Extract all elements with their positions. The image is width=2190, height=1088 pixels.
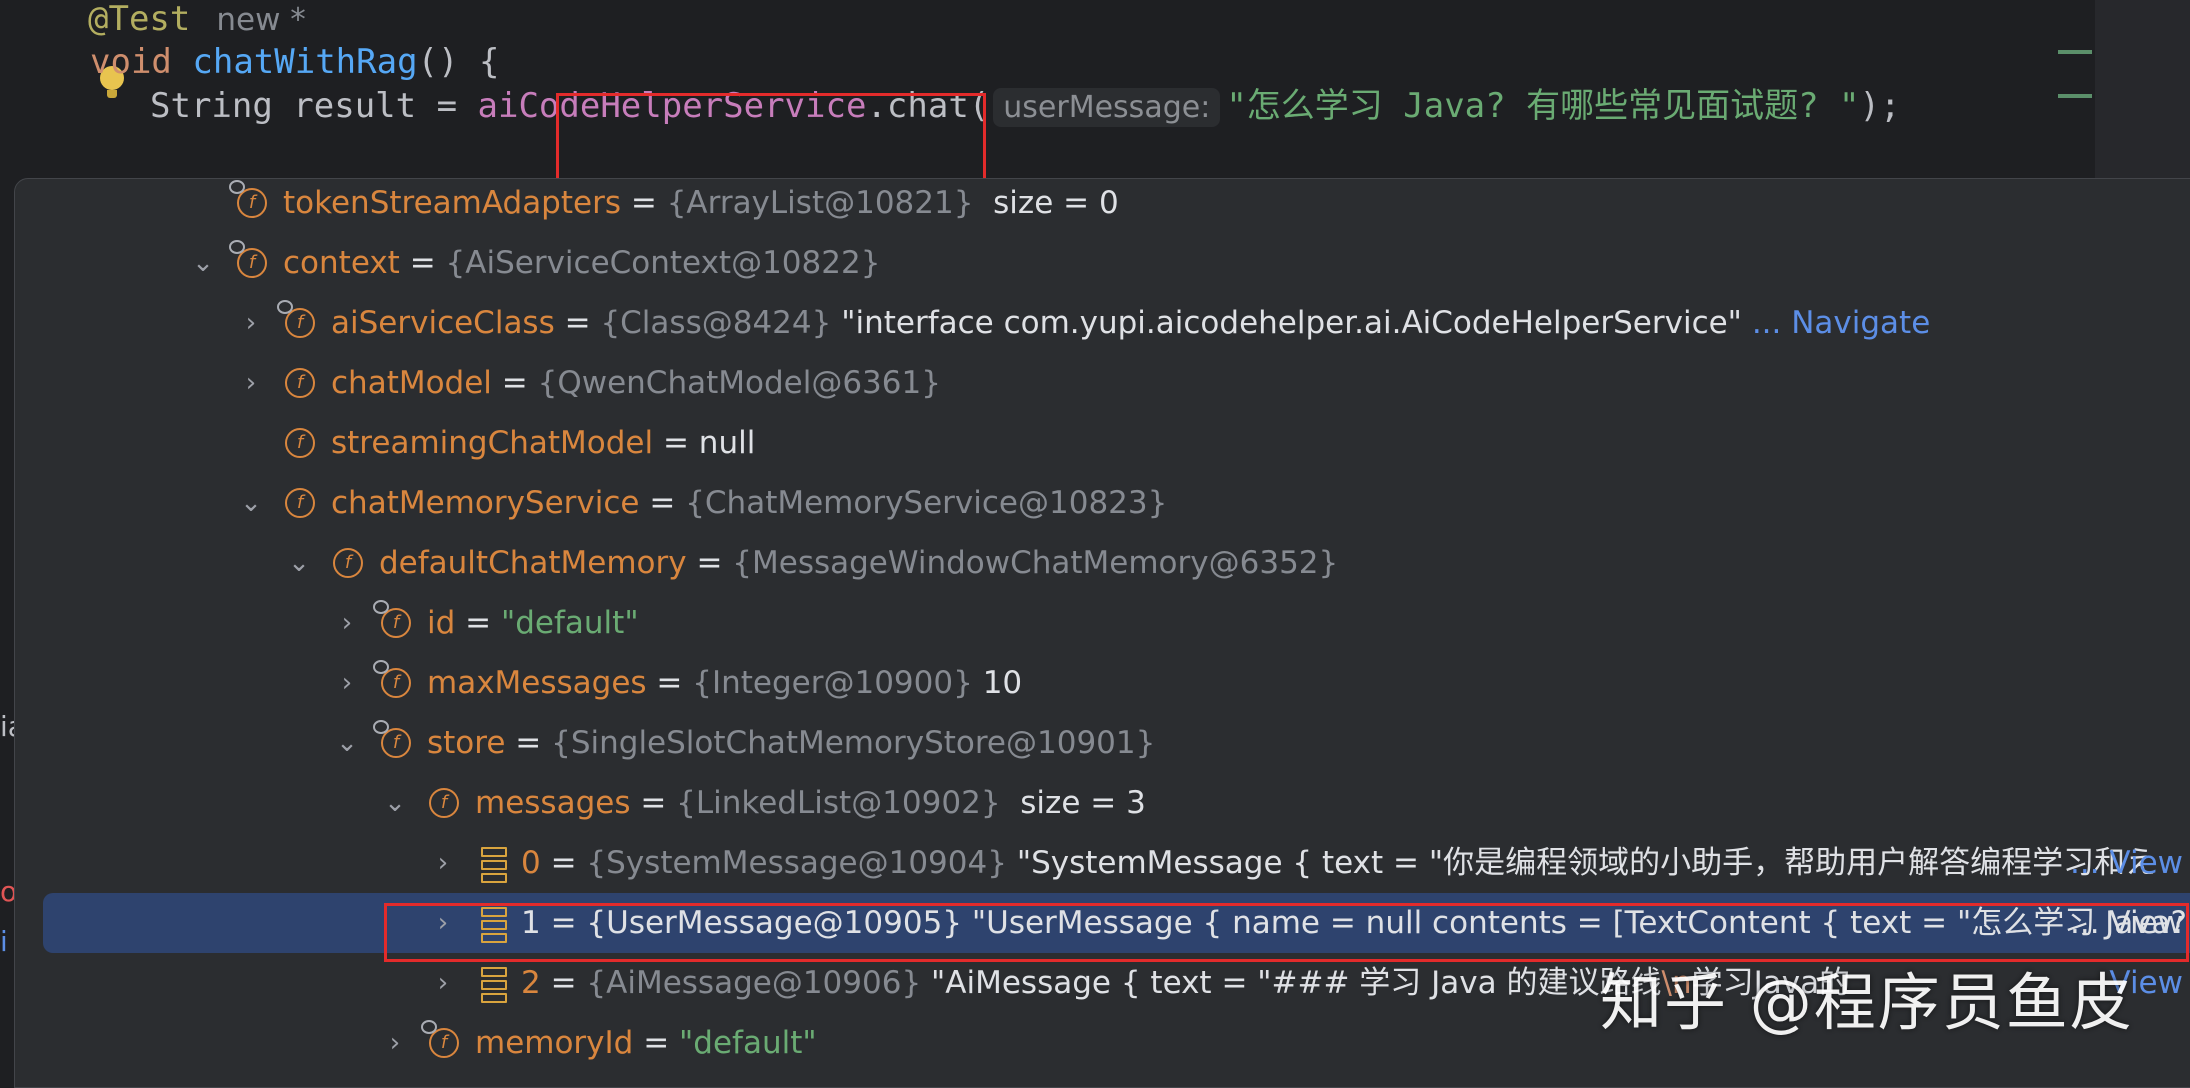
view-link[interactable]: ... View: [2070, 833, 2183, 893]
code-line-call: String result = aiCodeHelperService.chat…: [150, 77, 1900, 135]
list-element-icon: [481, 967, 507, 1003]
field-type: {LinkedList@10902}: [676, 785, 1001, 821]
string-argument: "怎么学习 Java? 有哪些常见面试题? ": [1226, 86, 1860, 126]
navigate-link[interactable]: ... Navigate: [1752, 305, 1930, 341]
field-locked-icon: f: [229, 180, 267, 218]
field-value: "default": [679, 1025, 817, 1061]
void-keyword: void: [90, 42, 172, 82]
editor-right-gutter: [2095, 0, 2190, 180]
field-locked-icon: f: [277, 300, 315, 338]
field-type: {ArrayList@10821}: [666, 185, 974, 221]
method-name: chatWithRag: [192, 42, 418, 82]
tree-row-tokenStreamAdapters[interactable]: f tokenStreamAdapters = {ArrayList@10821…: [15, 179, 2190, 233]
tree-row-chatModel[interactable]: › f chatModel = {QwenChatModel@6361}: [15, 353, 2190, 413]
tree-row-aiServiceClass[interactable]: › f aiServiceClass = {Class@8424} "inter…: [15, 293, 2190, 353]
element-type: {SystemMessage@10904}: [586, 845, 1007, 881]
field-name: tokenStreamAdapters: [283, 185, 621, 221]
field-type: {AiServiceContext@10822}: [445, 245, 881, 281]
field-name: maxMessages: [427, 665, 647, 701]
watermark: 知乎 @程序员鱼皮: [1600, 966, 2134, 1039]
call-suffix: );: [1859, 86, 1901, 126]
tree-row-messages[interactable]: ⌄ f messages = {LinkedList@10902} size =…: [15, 773, 2190, 833]
element-index: 2: [521, 965, 541, 1001]
list-element-icon: [481, 847, 507, 883]
field-locked-icon: f: [373, 660, 411, 698]
field-type: {ChatMemoryService@10823}: [685, 485, 1168, 521]
chevron-right-icon[interactable]: ›: [335, 593, 359, 653]
field-locked-icon: f: [373, 600, 411, 638]
gutter-change-marker: [2058, 50, 2092, 54]
field-icon: f: [285, 368, 315, 398]
field-name: messages: [475, 785, 631, 821]
field-name: aiServiceClass: [331, 305, 555, 341]
field-type: {SingleSlotChatMemoryStore@10901}: [551, 725, 1156, 761]
element-value: "AiMessage { text = "### 学习 Java 的建议路线: [931, 965, 1662, 1001]
field-name: chatMemoryService: [331, 485, 640, 521]
field-icon: f: [285, 428, 315, 458]
chevron-down-icon[interactable]: ⌄: [335, 713, 359, 773]
edge-glyph: i: [0, 925, 8, 958]
field-name: memoryId: [475, 1025, 634, 1061]
field-type: {Class@8424}: [600, 305, 832, 341]
element-type: {AiMessage@10906}: [586, 965, 922, 1001]
tree-row-context[interactable]: ⌄ f context = {AiServiceContext@10822}: [15, 233, 2190, 293]
field-name: id: [427, 605, 456, 641]
field-value: "interface com.yupi.aicodehelper.ai.AiCo…: [841, 305, 1742, 341]
field-name: store: [427, 725, 506, 761]
field-name: chatModel: [331, 365, 492, 401]
left-edge-strip: ia o i: [0, 180, 25, 1086]
field-type: {MessageWindowChatMemory@6352}: [732, 545, 1339, 581]
tree-row-chatMemoryService[interactable]: ⌄ f chatMemoryService = {ChatMemoryServi…: [15, 473, 2190, 533]
element-value: "SystemMessage { text = "你是编程领域的小助手，帮助用户…: [1016, 845, 2157, 881]
chevron-down-icon[interactable]: ⌄: [239, 473, 263, 533]
chevron-right-icon[interactable]: ›: [431, 953, 455, 1013]
highlight-box-service: [556, 93, 986, 184]
chevron-right-icon[interactable]: ›: [431, 833, 455, 893]
field-icon: f: [285, 488, 315, 518]
tree-row-streamingChatModel[interactable]: f streamingChatModel = null: [15, 413, 2190, 473]
field-icon: f: [333, 548, 363, 578]
field-type: {Integer@10900}: [692, 665, 973, 701]
gutter-change-marker: [2058, 94, 2092, 98]
chevron-right-icon[interactable]: ›: [239, 293, 263, 353]
parameter-hint: userMessage:: [993, 88, 1221, 127]
field-name: defaultChatMemory: [379, 545, 687, 581]
field-locked-icon: f: [373, 720, 411, 758]
chevron-right-icon[interactable]: ›: [335, 653, 359, 713]
field-value: size = 0: [993, 185, 1119, 221]
field-icon: f: [429, 788, 459, 818]
field-value: 10: [982, 665, 1023, 701]
chevron-down-icon[interactable]: ⌄: [383, 773, 407, 833]
tree-row-id[interactable]: › f id = "default": [15, 593, 2190, 653]
field-locked-icon: f: [421, 1020, 459, 1058]
field-value: size = 3: [1020, 785, 1146, 821]
signature-rest: () {: [417, 42, 500, 82]
tree-row-defaultChatMemory[interactable]: ⌄ f defaultChatMemory = {MessageWindowCh…: [15, 533, 2190, 593]
code-editor[interactable]: @Test new * void chatWithRag() { String r…: [0, 0, 2095, 184]
tree-row-message-0[interactable]: › 0 = {SystemMessage@10904} "SystemMessa…: [15, 833, 2190, 893]
chevron-right-icon[interactable]: ›: [383, 1013, 407, 1073]
chevron-right-icon[interactable]: ›: [239, 353, 263, 413]
tree-row-maxMessages[interactable]: › f maxMessages = {Integer@10900} 10: [15, 653, 2190, 713]
element-index: 0: [521, 845, 541, 881]
chevron-down-icon[interactable]: ⌄: [191, 233, 215, 293]
chevron-down-icon[interactable]: ⌄: [287, 533, 311, 593]
result-declaration: String result =: [150, 86, 478, 126]
field-type: {QwenChatModel@6361}: [537, 365, 941, 401]
tree-row-store[interactable]: ⌄ f store = {SingleSlotChatMemoryStore@1…: [15, 713, 2190, 773]
field-name: streamingChatModel: [331, 425, 654, 461]
field-locked-icon: f: [229, 240, 267, 278]
field-name: context: [283, 245, 400, 281]
field-value: null: [698, 425, 756, 461]
field-value: "default": [500, 605, 639, 641]
